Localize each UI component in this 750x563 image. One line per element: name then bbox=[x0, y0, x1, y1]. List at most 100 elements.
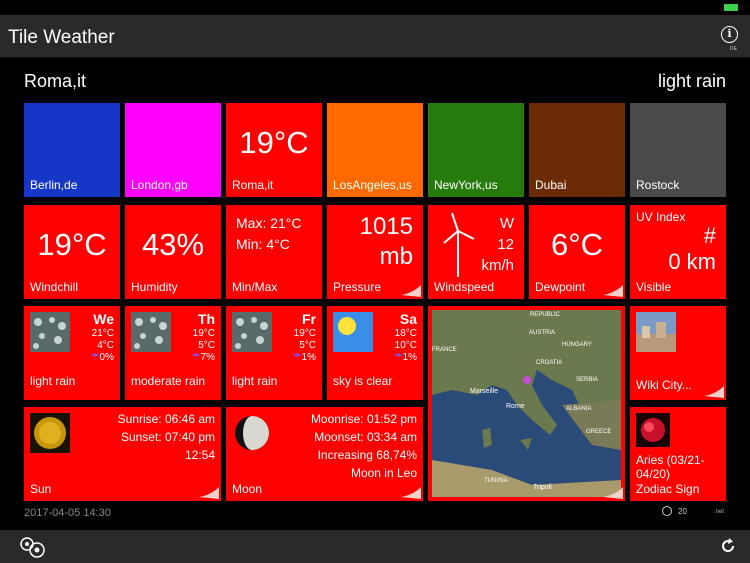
wind-label: Windspeed bbox=[434, 280, 495, 294]
forecast-tile-th[interactable]: Th 19°C 5°C ☂7% moderate rain bbox=[125, 306, 221, 400]
forecast-low: 10°C bbox=[394, 340, 417, 351]
zodiac-name: Aries (03/21-04/20) bbox=[636, 453, 705, 481]
status-bar bbox=[0, 0, 750, 15]
page-curl-icon bbox=[199, 487, 219, 499]
city-label: LosAngeles,us bbox=[333, 178, 412, 192]
forecast-day: Sa bbox=[399, 311, 417, 327]
forecast-rain: ☂7% bbox=[192, 352, 215, 363]
humidity-tile[interactable]: 43% Humidity bbox=[125, 205, 221, 299]
current-condition: light rain bbox=[657, 71, 726, 91]
wind-unit: km/h bbox=[481, 257, 514, 274]
moon-icon bbox=[235, 416, 269, 450]
min-temp: Min: 4°C bbox=[236, 236, 290, 252]
refresh-count: 20 bbox=[678, 507, 687, 516]
nav-bar: Tile Weather i DE bbox=[0, 15, 750, 58]
page-curl-icon bbox=[603, 487, 623, 499]
forecast-tile-sa[interactable]: Sa 18°C 10°C ☂1% sky is clear bbox=[327, 306, 423, 400]
pressure-tile[interactable]: 1015 mb Pressure bbox=[327, 205, 423, 299]
minmax-tile[interactable]: Max: 21°C Min: 4°C Min/Max bbox=[226, 205, 322, 299]
page-curl-icon bbox=[401, 285, 421, 297]
source-label: .net bbox=[714, 509, 725, 515]
rain-icon bbox=[131, 312, 171, 352]
pressure-value: 1015 bbox=[359, 213, 413, 240]
max-temp: Max: 21°C bbox=[236, 215, 302, 231]
map-label: ALBANIA bbox=[566, 406, 592, 412]
last-updated: 2017-04-05 14:30 bbox=[24, 507, 111, 519]
forecast-rain: ☂0% bbox=[91, 352, 114, 363]
forecast-rain-value: 1% bbox=[301, 352, 316, 363]
map-label: Marseille bbox=[470, 388, 499, 395]
forecast-condition: moderate rain bbox=[131, 374, 206, 388]
wind-turbine-icon bbox=[443, 212, 475, 277]
moonset: Moonset: 03:34 am bbox=[314, 430, 417, 444]
city-label: Roma,it bbox=[232, 178, 274, 192]
umbrella-icon: ☂ bbox=[90, 352, 100, 363]
moon-sign: Moon in Leo bbox=[350, 466, 417, 480]
uv-tile[interactable]: UV Index # 0 km Visible bbox=[630, 205, 726, 299]
city-tile-losangeles[interactable]: LosAngeles,us bbox=[327, 103, 423, 197]
settings-icon[interactable] bbox=[18, 536, 48, 558]
rain-icon bbox=[232, 312, 272, 352]
forecast-tile-fr[interactable]: Fr 19°C 5°C ☂1% light rain bbox=[226, 306, 322, 400]
sun-label: Sun bbox=[30, 482, 52, 496]
forecast-high: 19°C bbox=[192, 328, 215, 339]
sun-icon bbox=[333, 312, 373, 352]
forecast-low: 5°C bbox=[198, 340, 215, 351]
map-label: AUSTRIA bbox=[529, 330, 556, 336]
map-label: Tripoli bbox=[533, 484, 552, 491]
city-tile-dubai[interactable]: Dubai bbox=[529, 103, 625, 197]
forecast-low: 5°C bbox=[299, 340, 316, 351]
moon-phase: Increasing 68,74% bbox=[317, 448, 417, 462]
city-tile-berlin[interactable]: Berlin,de bbox=[24, 103, 120, 197]
pressure-label: Pressure bbox=[333, 280, 382, 294]
city-label: NewYork,us bbox=[434, 178, 498, 192]
map-label: CROATIA bbox=[536, 360, 563, 366]
visibility-label: Visible bbox=[636, 280, 672, 294]
info-icon[interactable]: i bbox=[721, 26, 738, 43]
city-tile-london[interactable]: London,gb bbox=[125, 103, 221, 197]
forecast-day: Th bbox=[197, 311, 215, 327]
windchill-tile[interactable]: 19°C Windchill bbox=[24, 205, 120, 299]
forecast-tile-we[interactable]: We 21°C 4°C ☂0% light rain bbox=[24, 306, 120, 400]
map-label: TUNISIA bbox=[484, 478, 508, 484]
moonrise: Moonrise: 01:52 pm bbox=[310, 412, 417, 426]
forecast-high: 21°C bbox=[91, 328, 114, 339]
current-city: Roma,it bbox=[24, 71, 87, 91]
sunrise: Sunrise: 06:46 am bbox=[117, 412, 215, 426]
city-temp: 19°C bbox=[239, 125, 309, 160]
sun-tile[interactable]: Sunrise: 06:46 am Sunset: 07:40 pm 12:54… bbox=[24, 407, 221, 501]
wiki-tile[interactable]: Wiki City... bbox=[630, 306, 726, 400]
pressure-unit: mb bbox=[379, 243, 413, 270]
windchill-label: Windchill bbox=[30, 280, 79, 294]
dewpoint-value: 6°C bbox=[550, 227, 604, 262]
main-area: Roma,it light rain Berlin,de London,gb 1… bbox=[0, 58, 750, 530]
wind-tile[interactable]: W 12 km/h Windspeed bbox=[428, 205, 524, 299]
forecast-rain: ☂1% bbox=[394, 352, 417, 363]
wiki-label: Wiki City... bbox=[636, 378, 692, 392]
uv-title: UV Index bbox=[636, 210, 686, 224]
city-tile-rostock[interactable]: Rostock bbox=[630, 103, 726, 197]
dewpoint-tile[interactable]: 6°C Dewpoint bbox=[529, 205, 625, 299]
forecast-condition: light rain bbox=[232, 374, 278, 388]
zodiac-tile[interactable]: Aries (03/21-04/20) Zodiac Sign bbox=[630, 407, 726, 501]
moon-tile[interactable]: Moonrise: 01:52 pm Moonset: 03:34 am Inc… bbox=[226, 407, 423, 501]
city-photo-icon bbox=[636, 312, 676, 352]
city-tile-newyork[interactable]: NewYork,us bbox=[428, 103, 524, 197]
city-tile-roma[interactable]: 19°C Roma,it bbox=[226, 103, 322, 197]
app-title: Tile Weather bbox=[8, 27, 115, 48]
map-tile[interactable]: REPUBLIC AUSTRIA HUNGARY FRANCE CROATIA … bbox=[428, 306, 625, 501]
windchill-value: 19°C bbox=[37, 227, 107, 262]
map-label: GREECE bbox=[586, 429, 612, 435]
forecast-rain-value: 0% bbox=[99, 352, 114, 363]
sun-photo-icon bbox=[30, 413, 70, 453]
forecast-day: We bbox=[93, 311, 114, 327]
map-label: Rome bbox=[506, 403, 525, 410]
refresh-icon[interactable] bbox=[720, 538, 736, 554]
dewpoint-label: Dewpoint bbox=[535, 280, 586, 294]
map-label: FRANCE bbox=[432, 347, 457, 353]
forecast-condition: light rain bbox=[30, 374, 76, 388]
day-length: 12:54 bbox=[184, 448, 215, 462]
bottom-toolbar bbox=[0, 530, 750, 563]
visibility-value: 0 km bbox=[668, 249, 716, 274]
umbrella-icon: ☂ bbox=[292, 352, 302, 363]
